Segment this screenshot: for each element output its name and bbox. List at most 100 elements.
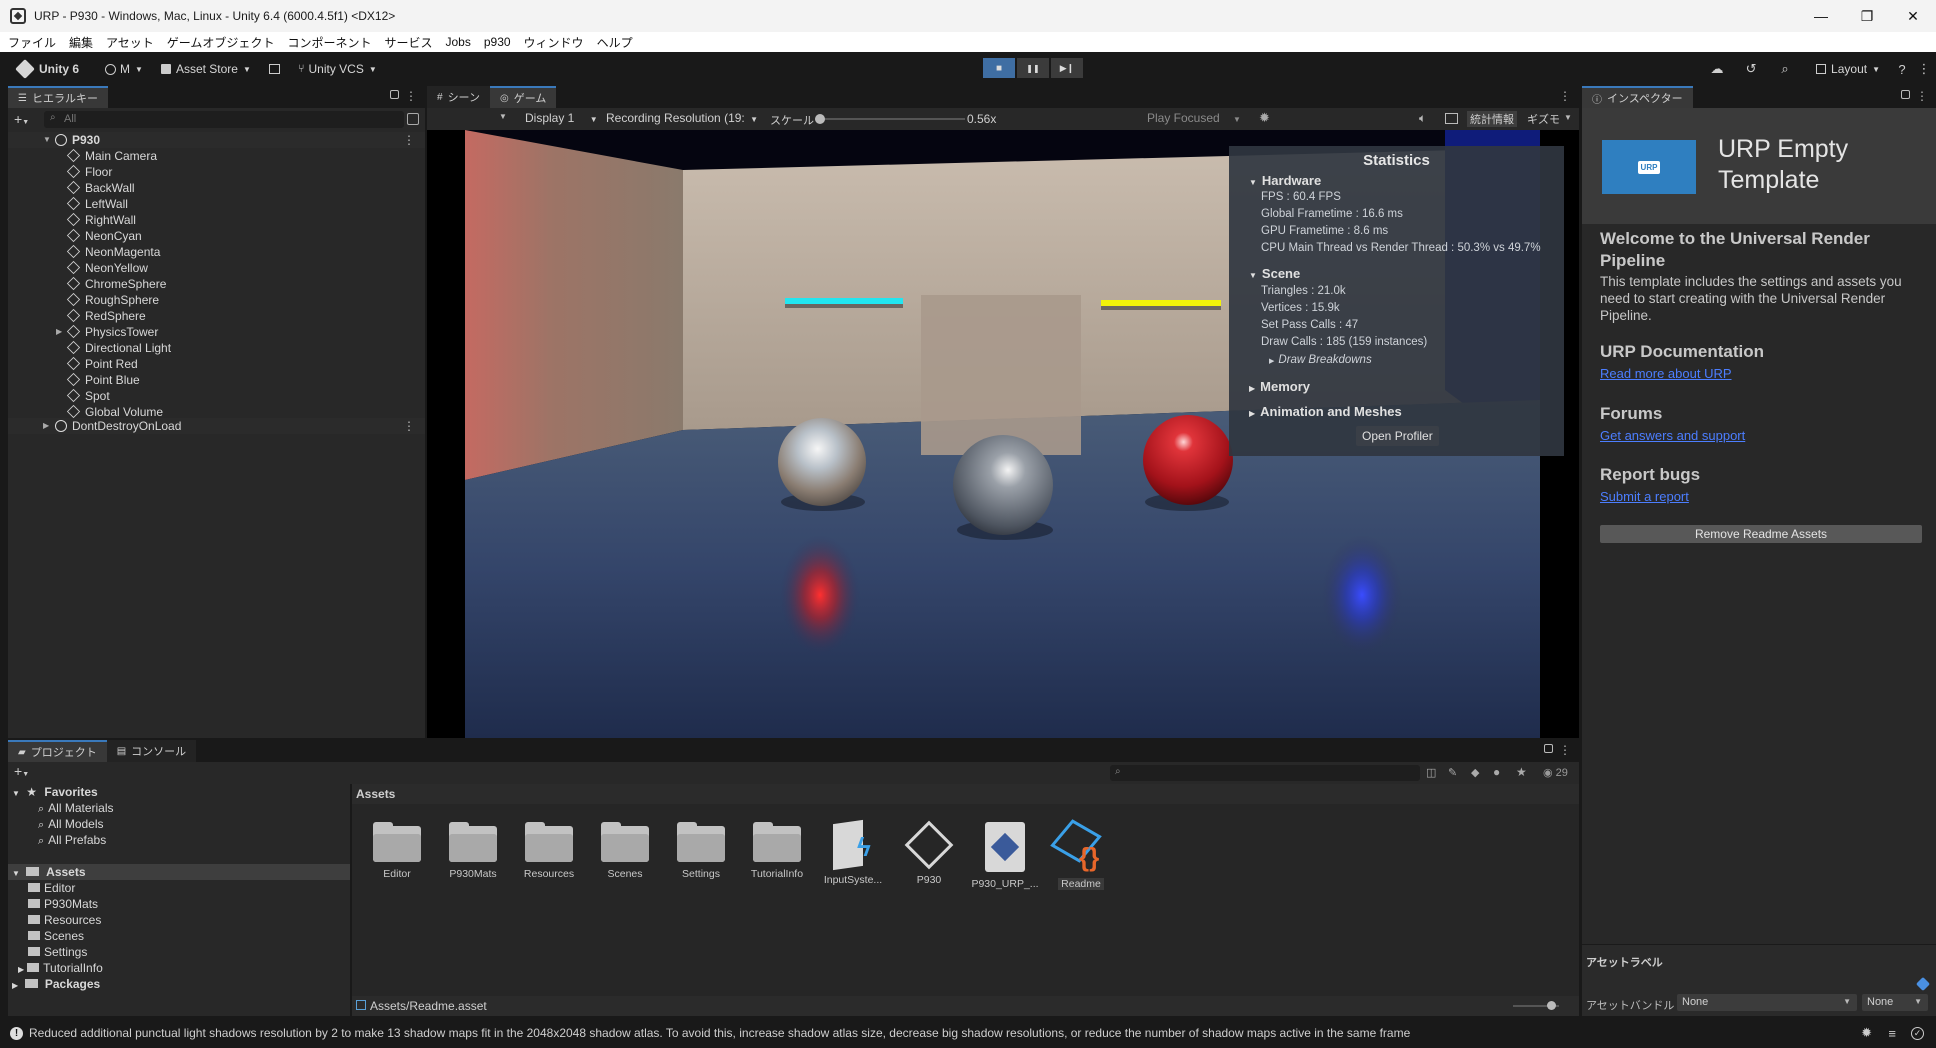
stats-animation-header[interactable]: ▶ Animation and Meshes: [1249, 404, 1402, 419]
chevron-down-icon[interactable]: ▼: [1564, 113, 1572, 122]
hierarchy-item[interactable]: LeftWall: [8, 196, 425, 212]
favorites-item[interactable]: ⌕ All Models: [38, 816, 104, 832]
scale-slider-thumb[interactable]: [815, 114, 825, 124]
more-options-icon[interactable]: ⋮: [403, 418, 415, 434]
menu-window[interactable]: ウィンドウ: [524, 34, 584, 51]
fold-closed-icon[interactable]: ▶: [18, 965, 24, 974]
icon-size-slider[interactable]: [1513, 1001, 1559, 1010]
gizmos-button[interactable]: ギズモ: [1527, 111, 1560, 127]
play-focused-dropdown[interactable]: Play Focused ▼: [1147, 111, 1247, 125]
asset-folder-item[interactable]: Scenes: [28, 928, 84, 944]
menu-assets[interactable]: アセット: [106, 34, 154, 51]
packages-row[interactable]: ▶ Packages: [12, 976, 100, 992]
menu-edit[interactable]: 編集: [69, 34, 93, 51]
tab-scene[interactable]: # シーン: [427, 86, 491, 108]
asset-folder-item[interactable]: Editor: [28, 880, 75, 896]
tab-project[interactable]: ▰ プロジェクト: [8, 740, 107, 762]
bugs-link[interactable]: Submit a report: [1600, 489, 1689, 504]
search-by-type-icon[interactable]: ◫: [1426, 766, 1436, 779]
hierarchy-item[interactable]: BackWall: [8, 180, 425, 196]
tag-icon[interactable]: [1915, 976, 1931, 992]
asset-bundle-dropdown[interactable]: None ▼: [1677, 994, 1857, 1011]
asset-tile[interactable]: Editor: [362, 822, 432, 880]
hierarchy-item[interactable]: Floor: [8, 164, 425, 180]
remove-readme-button[interactable]: Remove Readme Assets: [1600, 525, 1922, 543]
scene-row-ddol[interactable]: ▶ DontDestroyOnLoad ⋮: [8, 418, 425, 434]
minimize-button[interactable]: —: [1798, 0, 1844, 32]
resolution-dropdown[interactable]: Recording Resolution (19: ▼: [606, 111, 758, 125]
asset-tile[interactable]: ϟ InputSyste...: [818, 819, 888, 886]
menu-help[interactable]: ヘルプ: [597, 34, 633, 51]
help-icon[interactable]: ?: [1890, 58, 1914, 80]
close-button[interactable]: ✕: [1890, 0, 1936, 32]
stats-scene-header[interactable]: ▼ Scene: [1249, 266, 1300, 281]
account-dropdown[interactable]: M ▼: [99, 58, 149, 80]
status-message[interactable]: Reduced additional punctual light shadow…: [29, 1026, 1859, 1040]
vcs-dropdown[interactable]: ⑂ Unity VCS ▼: [292, 58, 383, 80]
play-stop-button[interactable]: ■: [983, 58, 1015, 78]
hierarchy-item[interactable]: NeonYellow: [8, 260, 425, 276]
asset-tile[interactable]: Scenes: [590, 822, 660, 880]
asset-tile[interactable]: P930Mats: [438, 822, 508, 880]
hierarchy-item[interactable]: Point Red: [8, 356, 425, 372]
unity-cloud-button[interactable]: Unity 6: [12, 58, 85, 80]
favorites-item[interactable]: ⌕ All Materials: [38, 800, 114, 816]
fold-closed-icon[interactable]: ▶: [56, 324, 62, 340]
hierarchy-item[interactable]: Main Camera: [8, 148, 425, 164]
favorite-star-icon[interactable]: ★: [1516, 765, 1527, 779]
stats-hardware-header[interactable]: ▼ Hardware: [1249, 173, 1321, 188]
add-object-button[interactable]: +▼: [14, 111, 29, 127]
display-dropdown[interactable]: Display 1 ▼: [525, 111, 598, 125]
asset-folder-item[interactable]: Resources: [28, 912, 101, 928]
scene-row-p930[interactable]: ▼ P930 ⋮: [8, 132, 425, 148]
hierarchy-item[interactable]: ▶ PhysicsTower: [8, 324, 425, 340]
hierarchy-item[interactable]: RedSphere: [8, 308, 425, 324]
hierarchy-item[interactable]: RightWall: [8, 212, 425, 228]
more-options-icon[interactable]: ⋮: [1559, 743, 1571, 757]
hierarchy-item[interactable]: NeonMagenta: [8, 244, 425, 260]
layers-icon[interactable]: ≡: [1888, 1026, 1896, 1041]
hierarchy-item[interactable]: Directional Light: [8, 340, 425, 356]
asset-store-dropdown[interactable]: Asset Store ▼: [155, 58, 257, 80]
create-asset-button[interactable]: +▼: [14, 763, 29, 779]
tag-filter-icon[interactable]: ◆: [1471, 766, 1479, 779]
mute-audio-icon[interactable]: 🔈︎: [1419, 111, 1426, 126]
menu-component[interactable]: コンポーネント: [287, 34, 371, 51]
favorites-item[interactable]: ⌕ All Prefabs: [38, 832, 106, 848]
tab-console[interactable]: ▤ コンソール: [106, 740, 197, 762]
asset-tile[interactable]: P930_URP_...: [970, 822, 1040, 890]
game-view[interactable]: Statistics ▼ Hardware FPS : 60.4 FPS Glob…: [427, 130, 1579, 738]
package-manager-button[interactable]: [263, 58, 286, 80]
open-profiler-button[interactable]: Open Profiler: [1356, 426, 1439, 446]
more-options-icon[interactable]: ⋮: [405, 89, 417, 103]
project-search-field[interactable]: ⌕: [1110, 765, 1420, 781]
stats-draw-breakdowns[interactable]: ▶ Draw Breakdowns: [1269, 354, 1372, 366]
history-icon[interactable]: ↺: [1736, 58, 1766, 80]
info-icon[interactable]: ●: [1493, 765, 1500, 779]
frame-debugger-icon[interactable]: [1445, 113, 1458, 124]
asset-tile[interactable]: TutorialInfo: [742, 822, 812, 880]
hierarchy-item[interactable]: Point Blue: [8, 372, 425, 388]
cloud-icon[interactable]: ☁: [1702, 58, 1732, 80]
tab-game[interactable]: ◎ ゲーム: [490, 86, 557, 108]
hierarchy-item[interactable]: ChromeSphere: [8, 276, 425, 292]
menu-jobs[interactable]: Jobs: [445, 35, 470, 49]
more-options-icon[interactable]: ⋮: [403, 132, 415, 148]
asset-folder-item[interactable]: Settings: [28, 944, 87, 960]
breadcrumb-assets[interactable]: Assets: [356, 787, 395, 801]
search-by-label-icon[interactable]: ✎: [1448, 766, 1457, 779]
assets-root-row[interactable]: ▼ Assets: [8, 864, 350, 880]
tab-hierarchy[interactable]: ☰ ヒエラルキー: [8, 86, 108, 108]
search-icon[interactable]: ⌕: [1770, 58, 1800, 80]
asset-variant-dropdown[interactable]: None ▼: [1862, 994, 1928, 1011]
layout-dropdown[interactable]: Layout ▼: [1810, 58, 1886, 80]
checkmark-icon[interactable]: ✓: [1911, 1026, 1924, 1040]
pause-button[interactable]: ❚❚: [1017, 58, 1049, 78]
scale-slider[interactable]: [815, 114, 965, 124]
stats-toggle-button[interactable]: 統計情報: [1467, 111, 1517, 127]
lock-icon[interactable]: [1901, 90, 1910, 99]
filter-icon[interactable]: [407, 113, 419, 125]
fold-open-icon[interactable]: ▼: [43, 132, 51, 148]
icon-size-slider-thumb[interactable]: [1547, 1001, 1556, 1010]
forums-link[interactable]: Get answers and support: [1600, 428, 1745, 443]
